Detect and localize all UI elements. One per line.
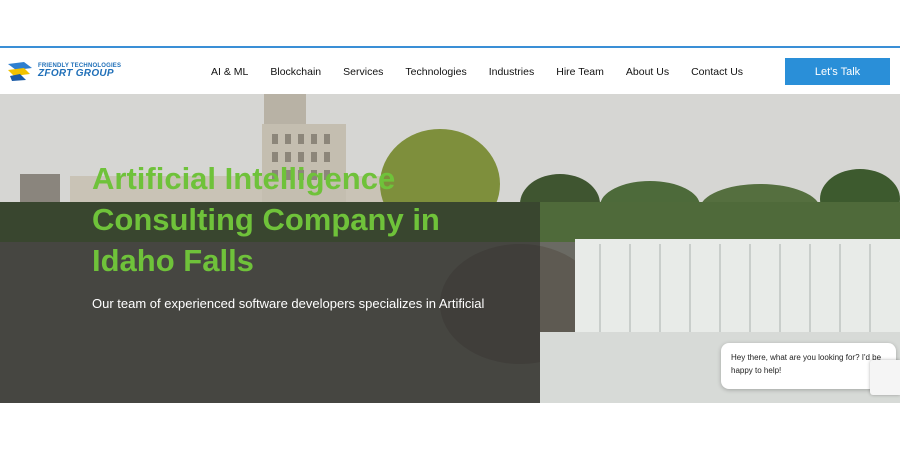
recaptcha-badge[interactable]: [870, 360, 900, 395]
zfort-logo[interactable]: FRIENDLY TECHNOLOGIES ZFORT GROUP: [6, 58, 146, 84]
nav-item-industries[interactable]: Industries: [478, 66, 546, 78]
nav-item-services[interactable]: Services: [332, 66, 394, 78]
hero-subtitle: Our team of experienced software develop…: [92, 296, 485, 311]
site-header: FRIENDLY TECHNOLOGIES ZFORT GROUP AI & M…: [0, 46, 900, 94]
main-nav: AI & ML Blockchain Services Technologies…: [200, 48, 754, 96]
hero-title: Artificial Intelligence Consulting Compa…: [92, 161, 440, 278]
nav-item-technologies[interactable]: Technologies: [394, 66, 477, 78]
logo-mark-icon: [8, 62, 32, 81]
nav-item-about-us[interactable]: About Us: [615, 66, 680, 78]
nav-item-ai-ml[interactable]: AI & ML: [200, 66, 259, 78]
nav-item-blockchain[interactable]: Blockchain: [259, 66, 332, 78]
nav-item-hire-team[interactable]: Hire Team: [545, 66, 615, 78]
lets-talk-button[interactable]: Let's Talk: [785, 58, 890, 85]
logo-text: FRIENDLY TECHNOLOGIES ZFORT GROUP: [38, 63, 121, 79]
logo-wordmark: ZFORT GROUP: [38, 68, 114, 79]
nav-item-contact-us[interactable]: Contact Us: [680, 66, 754, 78]
page: FRIENDLY TECHNOLOGIES ZFORT GROUP AI & M…: [0, 0, 900, 450]
